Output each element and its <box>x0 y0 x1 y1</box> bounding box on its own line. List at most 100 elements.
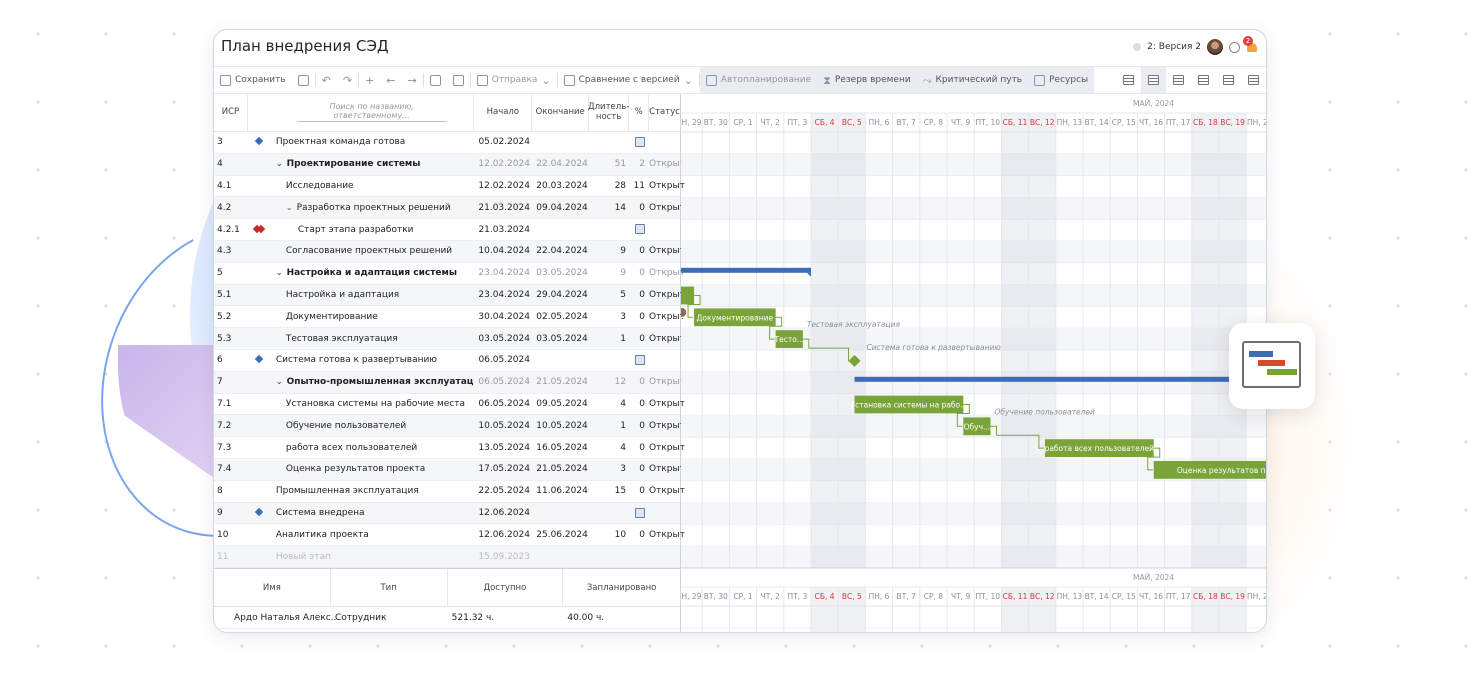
milestone-checkbox[interactable] <box>635 137 646 148</box>
cell-percent[interactable]: 0 <box>629 334 649 344</box>
assignee-avatar[interactable] <box>681 306 688 318</box>
outdent-button[interactable]: ← <box>380 67 401 93</box>
cell-start[interactable]: 12.02.2024 <box>474 181 532 191</box>
table-row[interactable]: 4.1 Исследование 12.02.2024 20.03.2024 28 11 О… <box>214 176 685 198</box>
cell-name[interactable]: ⌄ Разработка проектных решений <box>270 203 475 213</box>
version-selector[interactable]: 2: Версия 2 <box>1147 42 1201 52</box>
cell-percent[interactable] <box>629 507 649 519</box>
cell-start[interactable]: 12.06.2024 <box>474 530 532 540</box>
cell-percent[interactable]: 0 <box>629 443 649 453</box>
cell-percent[interactable]: 0 <box>629 486 649 496</box>
cell-percent[interactable]: 0 <box>629 377 649 387</box>
cell-status[interactable]: Открыт <box>649 312 685 322</box>
add-task-button[interactable]: + <box>359 67 380 93</box>
cell-start[interactable]: 12.02.2024 <box>474 159 532 169</box>
cell-name[interactable]: Аналитика проекта <box>270 530 475 540</box>
resources-column-name[interactable]: Имя <box>214 569 331 606</box>
milestone-checkbox[interactable] <box>635 355 646 366</box>
table-row[interactable]: 4.2 ⌄ Разработка проектных решений 21.03.20… <box>214 197 685 220</box>
table-row[interactable]: 7.2 Обучение пользователей 10.05.2024 10.05… <box>214 415 685 438</box>
milestone-checkbox[interactable] <box>635 224 646 235</box>
summary-bar[interactable] <box>854 376 1267 382</box>
cell-duration[interactable]: 3 <box>589 312 629 322</box>
cell-end[interactable]: 10.05.2024 <box>532 421 589 431</box>
cell-percent[interactable] <box>629 224 649 235</box>
resources-column-available[interactable]: Доступно <box>448 569 564 606</box>
cell-status[interactable]: Открыт <box>649 443 685 453</box>
cell-start[interactable]: 15.09.2023 <box>474 552 532 562</box>
cell-name[interactable]: работа всех пользователей <box>270 443 475 453</box>
cell-percent[interactable]: 11 <box>629 181 649 191</box>
cell-name[interactable]: Установка системы на рабочие места <box>270 399 475 409</box>
cell-name[interactable]: Исследование <box>270 181 475 191</box>
cell-start[interactable]: 10.05.2024 <box>474 421 532 431</box>
resources-toggle[interactable]: Ресурсы <box>1028 67 1095 93</box>
cell-status[interactable]: Открыт <box>649 290 685 300</box>
filter-button[interactable] <box>1116 67 1141 93</box>
cell-start[interactable]: 21.03.2024 <box>474 203 532 213</box>
cell-status[interactable]: Открыт <box>649 377 685 387</box>
table-row[interactable]: 11 Новый этап 15.09.2023 <box>214 546 680 568</box>
cell-status[interactable]: Открыт <box>649 399 685 409</box>
table-row[interactable]: 9 Система внедрена 12.06.2024 <box>214 502 680 525</box>
cell-percent[interactable]: 0 <box>629 464 649 474</box>
cell-end[interactable]: 03.05.2024 <box>532 334 589 344</box>
cell-status[interactable]: Открыт <box>649 181 685 191</box>
save-button[interactable]: Сохранить <box>214 67 292 93</box>
cell-name[interactable]: ⌄ Настройка и адаптация системы <box>270 268 475 278</box>
cell-status[interactable]: Открыт <box>649 464 685 474</box>
cell-percent[interactable]: 0 <box>629 290 649 300</box>
cell-start[interactable]: 22.05.2024 <box>474 486 532 496</box>
cell-start[interactable]: 23.04.2024 <box>474 290 532 300</box>
cell-duration[interactable]: 9 <box>589 268 629 278</box>
cell-duration[interactable]: 10 <box>589 530 629 540</box>
cell-status[interactable]: Открыт <box>649 203 685 213</box>
cell-percent[interactable]: 0 <box>629 203 649 213</box>
cell-percent[interactable]: 2 <box>629 159 649 169</box>
column-header-isr[interactable]: ИСР <box>214 94 248 131</box>
cell-duration[interactable]: 51 <box>589 159 629 169</box>
table-row[interactable]: 4.2.1 Старт этапа разработки 21.03.2024 <box>214 219 680 241</box>
cell-start[interactable]: 10.04.2024 <box>474 246 532 256</box>
cell-duration[interactable]: 4 <box>589 399 629 409</box>
cell-duration[interactable]: 28 <box>589 181 629 191</box>
table-row[interactable]: 4 ⌄ Проектирование системы 12.02.2024 22.04.… <box>214 153 685 176</box>
cell-status[interactable]: Открыт <box>649 530 685 540</box>
milestone-checkbox[interactable] <box>635 507 646 518</box>
cell-end[interactable]: 09.05.2024 <box>532 399 589 409</box>
cell-start[interactable]: 12.06.2024 <box>474 508 532 518</box>
resource-row[interactable]: Ардо Наталья Алекс... Сотрудник 521.32 ч… <box>214 607 680 629</box>
cell-duration[interactable]: 12 <box>589 377 629 387</box>
cell-name[interactable]: Документирование <box>270 312 475 322</box>
cell-end[interactable]: 22.04.2024 <box>532 246 589 256</box>
cell-start[interactable]: 06.05.2024 <box>474 355 532 365</box>
cell-name[interactable]: Промышленная эксплуатация <box>270 486 475 496</box>
print-button[interactable] <box>424 67 447 93</box>
notifications-bell-icon[interactable]: 2 <box>1243 36 1258 53</box>
table-row[interactable]: 4.3 Согласование проектных решений 10.04.2… <box>214 240 685 263</box>
cell-percent[interactable]: 0 <box>629 530 649 540</box>
cell-name[interactable]: Тестовая эксплуатация <box>270 334 475 344</box>
send-button[interactable]: Отправка ⌄ <box>471 67 557 93</box>
view-grid-gantt-button[interactable] <box>1141 67 1166 93</box>
cell-name[interactable]: ⌄ Опытно-промышленная эксплуатация <box>270 377 475 387</box>
table-row[interactable]: 10 Аналитика проекта 12.06.2024 25.06.2024 1… <box>214 524 685 547</box>
cell-duration[interactable]: 1 <box>589 421 629 431</box>
column-header-end[interactable]: Окончание <box>532 94 590 131</box>
cell-name[interactable]: Проектная команда готова <box>270 137 475 147</box>
cell-start[interactable]: 03.05.2024 <box>474 334 532 344</box>
summary-bar[interactable] <box>681 267 811 273</box>
cell-name[interactable]: Система внедрена <box>270 508 475 518</box>
cell-status[interactable]: Открыт <box>649 268 685 278</box>
cell-name[interactable]: Оценка результатов проекта <box>270 464 475 474</box>
cell-status[interactable]: Открыт <box>649 246 685 256</box>
cell-percent[interactable]: 0 <box>629 399 649 409</box>
cell-status[interactable]: Открыт <box>649 421 685 431</box>
cell-duration[interactable]: 4 <box>589 443 629 453</box>
cell-name[interactable]: ⌄ Проектирование системы <box>270 159 475 169</box>
redo-button[interactable]: ↷ <box>337 67 358 93</box>
cell-name[interactable]: Согласование проектных решений <box>270 246 475 256</box>
cell-end[interactable]: 02.05.2024 <box>532 312 589 322</box>
table-row[interactable]: 6 Система готова к развертыванию 06.05.202… <box>214 350 680 372</box>
cell-end[interactable]: 21.05.2024 <box>532 377 589 387</box>
